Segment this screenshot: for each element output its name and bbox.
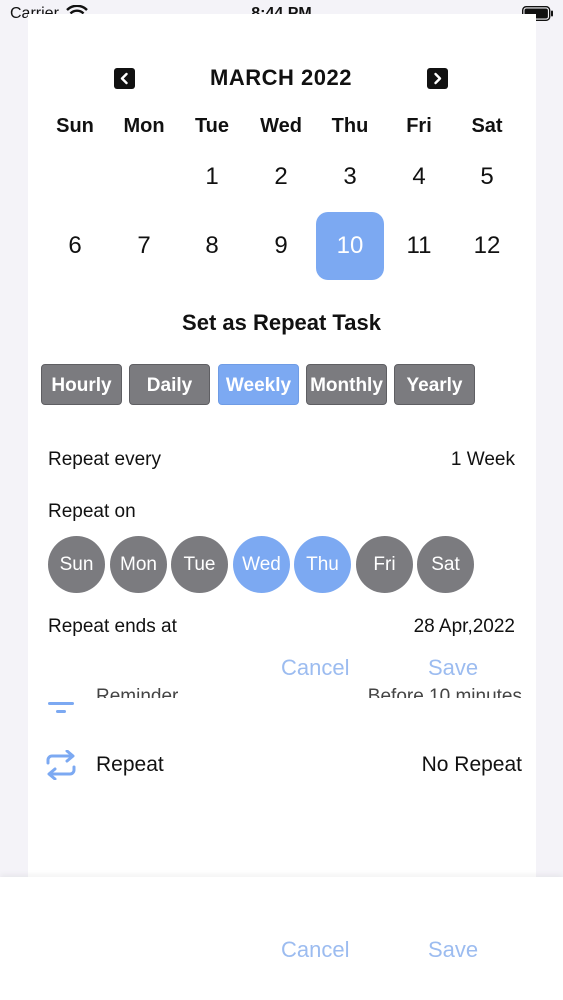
frequency-daily-button[interactable]: Daily	[129, 364, 210, 405]
frequency-hourly-button[interactable]: Hourly	[41, 364, 122, 405]
bottom-action-bar: Cancel Save	[0, 877, 563, 1000]
repeat-on-label: Repeat on	[48, 501, 136, 522]
weekday-header: Thu	[331, 115, 369, 137]
chevron-right-icon	[434, 72, 442, 85]
repeat-row-value[interactable]: No Repeat	[422, 753, 522, 777]
calendar-day[interactable]: 9	[247, 212, 315, 280]
calendar-day[interactable]: 12	[453, 212, 521, 280]
calendar-day[interactable]: 7	[110, 212, 178, 280]
calendar-day[interactable]: 8	[178, 212, 246, 280]
weekday-header: Wed	[260, 115, 302, 137]
repeat-day-mon[interactable]: Mon	[110, 536, 167, 593]
footer-cancel-button[interactable]: Cancel	[281, 937, 349, 963]
calendar-day-selected[interactable]: 10	[316, 212, 384, 280]
repeat-every-value[interactable]: 1 Week	[451, 449, 515, 471]
repeat-day-thu[interactable]: Thu	[294, 536, 351, 593]
repeat-cancel-button[interactable]: Cancel	[281, 655, 349, 681]
calendar-day[interactable]: 6	[41, 212, 109, 280]
repeat-day-fri[interactable]: Fri	[356, 536, 413, 593]
repeat-row-label[interactable]: Repeat	[96, 753, 164, 777]
reminder-label: Reminder	[96, 686, 179, 698]
repeat-ends-label: Repeat ends at	[48, 616, 177, 637]
calendar-day[interactable]: 5	[453, 143, 521, 211]
reminder-value: Before 10 minutes	[367, 686, 522, 698]
repeat-day-tue[interactable]: Tue	[171, 536, 228, 593]
calendar-day[interactable]: 2	[247, 143, 315, 211]
frequency-monthly-button[interactable]: Monthly	[306, 364, 387, 405]
weekday-header: Sat	[471, 115, 503, 137]
calendar-day[interactable]: 3	[316, 143, 384, 211]
weekday-header: Mon	[123, 115, 165, 137]
weekday-header: Sun	[56, 115, 94, 137]
calendar-day[interactable]: 4	[385, 143, 453, 211]
weekday-header: Tue	[194, 115, 230, 137]
repeat-ends-value[interactable]: 28 Apr,2022	[414, 616, 515, 638]
frequency-weekly-button[interactable]: Weekly	[218, 364, 299, 405]
calendar-day[interactable]: 1	[178, 143, 246, 211]
month-title: MARCH 2022	[210, 65, 352, 90]
calendar-day[interactable]: 11	[385, 212, 453, 280]
chevron-left-icon	[120, 72, 128, 85]
repeat-day-sat[interactable]: Sat	[417, 536, 474, 593]
repeat-day-wed[interactable]: Wed	[233, 536, 290, 593]
repeat-save-button[interactable]: Save	[428, 655, 478, 681]
bell-icon	[48, 702, 74, 713]
weekday-header: Fri	[406, 115, 432, 137]
footer-save-button[interactable]: Save	[428, 937, 478, 963]
repeat-icon	[46, 750, 76, 780]
repeat-section-title: Set as Repeat Task	[182, 310, 381, 335]
frequency-yearly-button[interactable]: Yearly	[394, 364, 475, 405]
next-month-button[interactable]	[427, 68, 448, 89]
repeat-day-sun[interactable]: Sun	[48, 536, 105, 593]
repeat-every-label: Repeat every	[48, 449, 162, 470]
prev-month-button[interactable]	[114, 68, 135, 89]
